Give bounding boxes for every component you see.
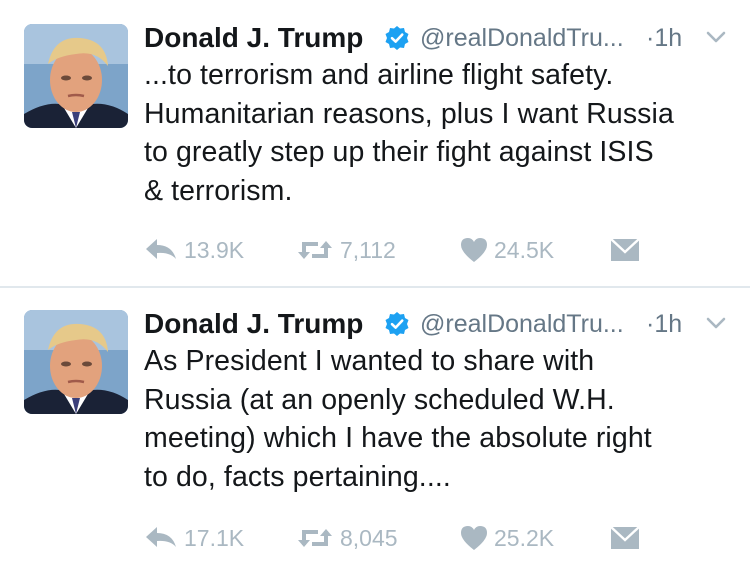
reply-count: 13.9K	[184, 236, 245, 263]
timestamp[interactable]: ·1h	[646, 18, 682, 58]
avatar[interactable]	[24, 310, 128, 414]
tweet-actions: 17.1K 8,045 25.2K	[144, 520, 644, 560]
tweet-header: Donald J. Trump @realDonaldTru... ·1h	[144, 18, 730, 58]
envelope-icon	[610, 238, 640, 262]
tweet[interactable]: Donald J. Trump @realDonaldTru... ·1h As…	[0, 288, 750, 569]
chevron-down-icon[interactable]	[704, 313, 728, 333]
heart-icon	[460, 237, 488, 263]
tweet-text-line: As President I wanted to share with	[144, 345, 595, 377]
tweet-text-line: to do, facts pertaining....	[144, 460, 451, 493]
retweet-icon	[296, 237, 334, 263]
user-handle[interactable]: @realDonaldTru...	[420, 304, 624, 344]
like-button[interactable]: 24.5K	[460, 232, 554, 268]
envelope-icon	[610, 526, 640, 550]
like-count: 25.2K	[494, 524, 555, 551]
reply-icon	[144, 237, 178, 263]
retweet-count: 8,045	[340, 524, 398, 551]
reply-icon	[144, 525, 178, 551]
verified-badge-icon	[384, 311, 410, 337]
retweet-icon	[296, 525, 334, 551]
timestamp[interactable]: ·1h	[646, 304, 682, 344]
tweet-text: ...to terrorism and airline flight safet…	[144, 56, 734, 210]
tweet-text-line: & terrorism.	[144, 174, 293, 207]
avatar[interactable]	[24, 24, 128, 128]
like-button[interactable]: 25.2K	[460, 520, 554, 556]
display-name[interactable]: Donald J. Trump	[144, 304, 363, 344]
tweet-text-line: to greatly step up their fight against I…	[144, 136, 654, 168]
retweet-button[interactable]: 7,112	[296, 232, 396, 268]
tweet-text: As President I wanted to share with Russ…	[144, 342, 734, 496]
user-handle[interactable]: @realDonaldTru...	[420, 18, 624, 58]
tweet-text-line: meeting) which I have the absolute right	[144, 422, 652, 454]
tweet-text-line: Humanitarian reasons, plus I want Russia	[144, 97, 674, 130]
retweet-count: 7,112	[340, 236, 396, 263]
reply-count: 17.1K	[184, 524, 245, 551]
like-count: 24.5K	[494, 236, 555, 263]
tweet[interactable]: Donald J. Trump @realDonaldTru... ·1h ..…	[0, 0, 750, 286]
retweet-button[interactable]: 8,045	[296, 520, 398, 556]
tweet-header: Donald J. Trump @realDonaldTru... ·1h	[144, 304, 730, 344]
reply-button[interactable]: 17.1K	[144, 520, 244, 556]
tweet-text-line: Russia (at an openly scheduled W.H.	[144, 383, 615, 416]
tweet-text-line: ...to terrorism and airline flight safet…	[144, 59, 614, 91]
direct-message-button[interactable]	[610, 520, 640, 556]
reply-button[interactable]: 13.9K	[144, 232, 244, 268]
heart-icon	[460, 525, 488, 551]
chevron-down-icon[interactable]	[704, 27, 728, 47]
tweet-feed: Donald J. Trump @realDonaldTru... ·1h ..…	[0, 0, 750, 569]
display-name[interactable]: Donald J. Trump	[144, 18, 363, 58]
verified-badge-icon	[384, 25, 410, 51]
tweet-actions: 13.9K 7,112 24.5K	[144, 232, 644, 272]
direct-message-button[interactable]	[610, 232, 640, 268]
